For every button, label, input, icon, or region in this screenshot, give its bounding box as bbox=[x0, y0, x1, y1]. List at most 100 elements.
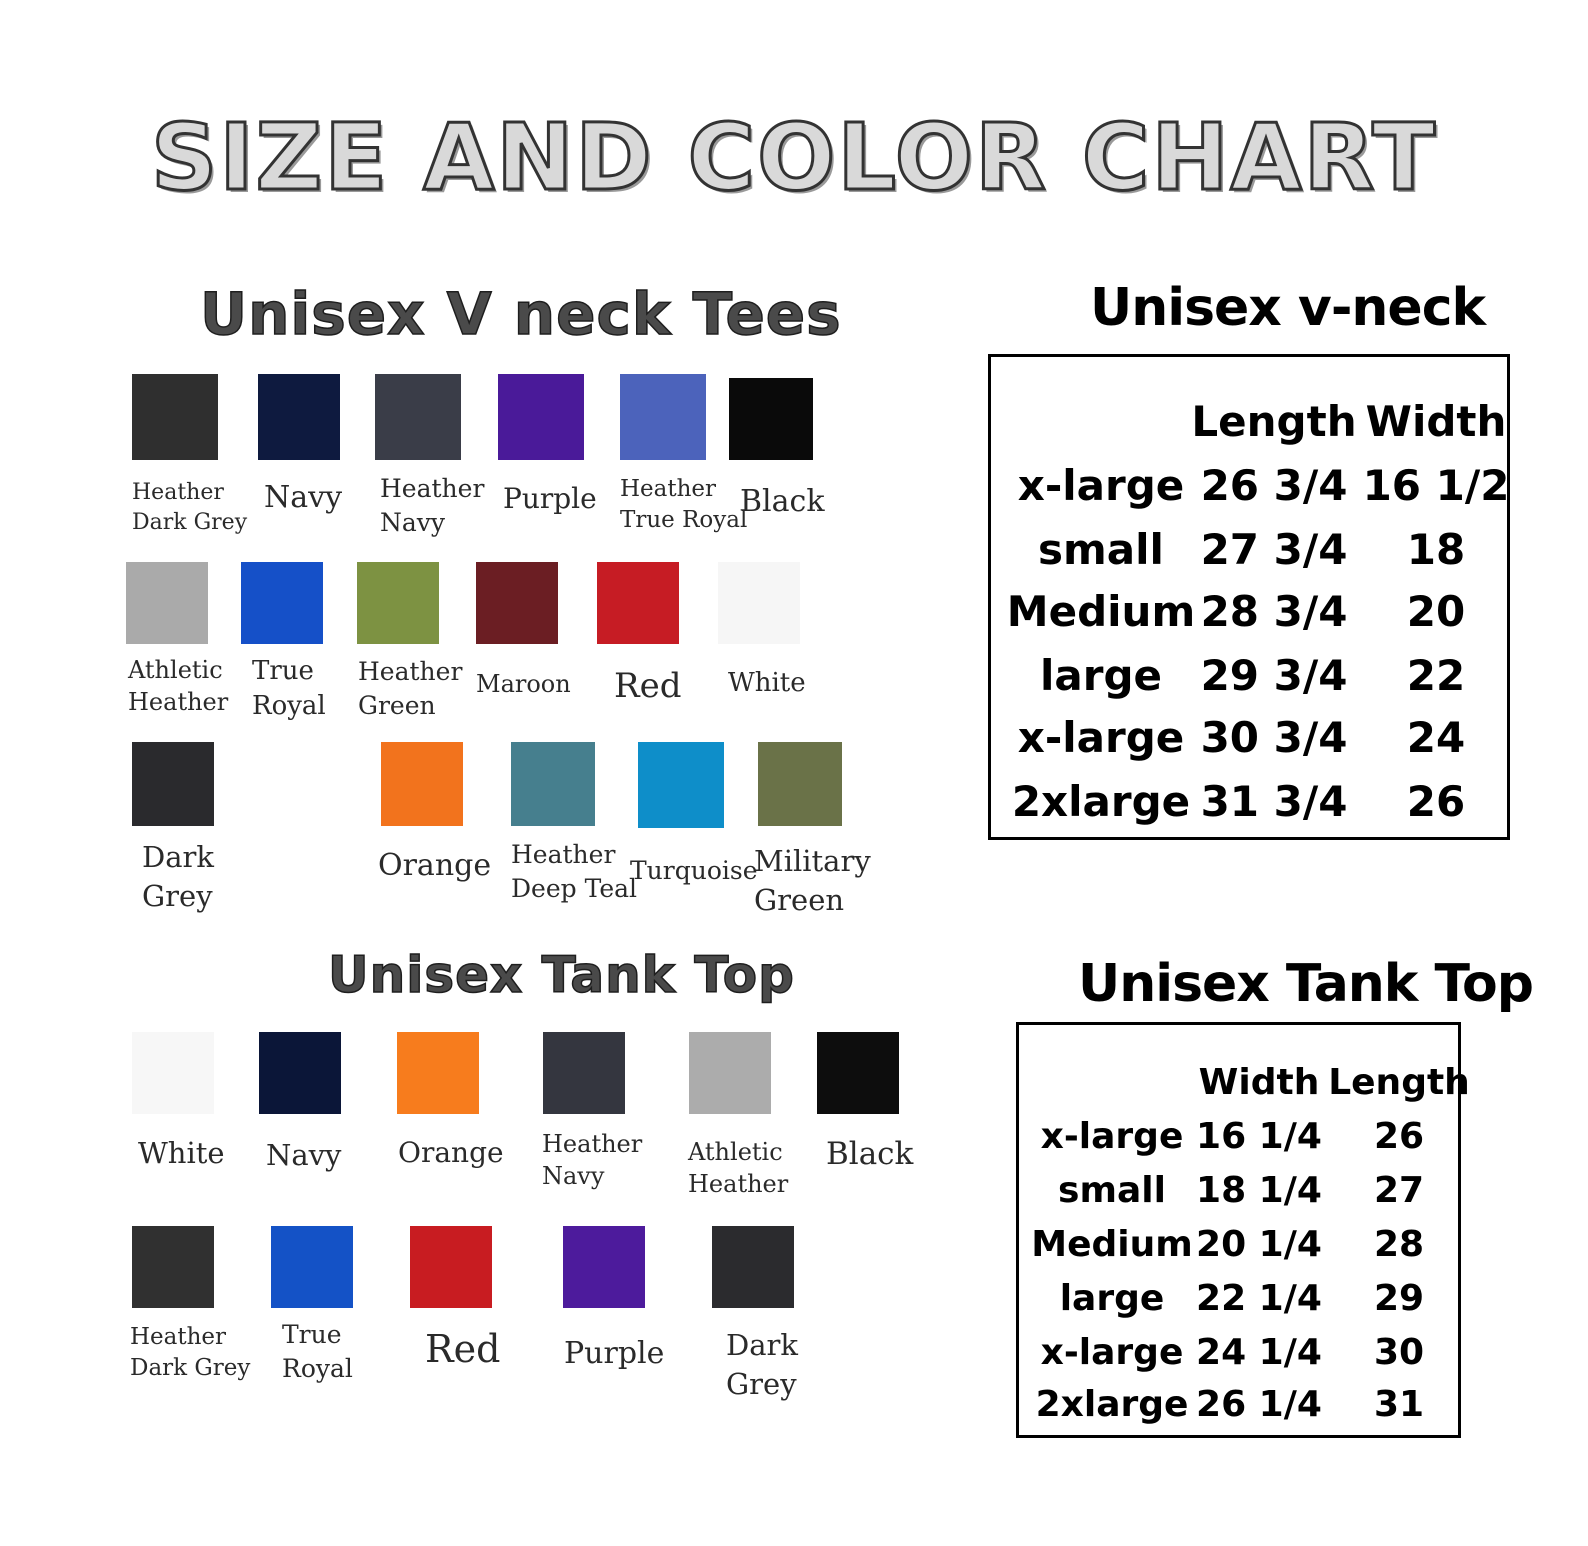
tank-measurement: 16 1/4 bbox=[1196, 1116, 1322, 1157]
vneck-swatch-label: True Royal bbox=[252, 656, 326, 722]
vneck-swatch-purple bbox=[498, 374, 584, 460]
vneck-header-width: Width bbox=[1365, 397, 1507, 446]
vneck-swatch-label: Purple bbox=[503, 482, 597, 515]
tank-swatch-label: Purple bbox=[564, 1336, 665, 1371]
tank-swatch-label: Heather Dark Grey bbox=[130, 1324, 251, 1382]
vneck-swatch-label: Turquoise bbox=[630, 856, 758, 885]
vneck-swatch-label: Heather Deep Teal bbox=[511, 840, 638, 903]
tank-swatch-white bbox=[132, 1032, 214, 1114]
vneck-size-chart-title: Unisex v-neck bbox=[1090, 278, 1486, 338]
tank-size-label: x-large bbox=[1040, 1116, 1184, 1157]
vneck-swatch-black bbox=[729, 378, 813, 460]
vneck-measurement: 26 3/4 bbox=[1200, 461, 1348, 510]
vneck-measurement: 29 3/4 bbox=[1200, 651, 1348, 700]
tank-swatch-true-royal bbox=[271, 1226, 353, 1308]
vneck-swatch-label: Heather Dark Grey bbox=[132, 480, 248, 535]
vneck-swatch-dark-grey bbox=[132, 742, 214, 826]
tank-swatch-heather-dark-grey bbox=[132, 1226, 214, 1308]
vneck-swatch-athletic-heather bbox=[126, 562, 208, 644]
tank-swatch-orange bbox=[397, 1032, 479, 1114]
tank-header-length: Length bbox=[1328, 1062, 1470, 1103]
vneck-size-label: x-large bbox=[1017, 713, 1185, 762]
tank-measurement: 26 1/4 bbox=[1196, 1384, 1322, 1425]
vneck-header-length: Length bbox=[1191, 397, 1357, 446]
tank-colors-title: Unisex Tank Top bbox=[327, 946, 795, 1004]
tank-size-label: large bbox=[1059, 1278, 1165, 1319]
vneck-size-label: 2xlarge bbox=[1011, 777, 1191, 826]
vneck-swatch-label: Military Green bbox=[754, 844, 871, 918]
vneck-size-label: Medium bbox=[1006, 587, 1196, 636]
tank-size-chart-title: Unisex Tank Top bbox=[1078, 954, 1534, 1014]
tank-swatch-dark-grey bbox=[712, 1226, 794, 1308]
vneck-size-table: Length Width x-large 26 3/4 16 1/2 small 27 3/… bbox=[988, 354, 1510, 840]
vneck-measurement: 26 bbox=[1406, 777, 1466, 826]
vneck-swatch-heather-navy bbox=[375, 374, 461, 460]
vneck-size-label: x-large bbox=[1017, 461, 1185, 510]
tank-size-table: Width Length x-large 16 1/4 26 small 18 1/4 27 M… bbox=[1016, 1022, 1470, 1438]
vneck-measurement: 24 bbox=[1406, 713, 1466, 762]
vneck-measurement: 27 3/4 bbox=[1200, 525, 1348, 574]
tank-swatch-label: Black bbox=[826, 1136, 914, 1172]
tank-measurement: 27 bbox=[1373, 1170, 1425, 1211]
page-title: SIZE AND COLOR CHART bbox=[150, 104, 1437, 211]
vneck-measurement: 31 3/4 bbox=[1200, 777, 1348, 826]
tank-measurement: 26 bbox=[1373, 1116, 1425, 1157]
vneck-swatch-label: Dark Grey bbox=[142, 840, 214, 914]
tank-swatch-label: True Royal bbox=[282, 1320, 353, 1383]
tank-swatch-label: White bbox=[138, 1136, 225, 1170]
vneck-measurement: 28 3/4 bbox=[1200, 587, 1348, 636]
tank-measurement: 31 bbox=[1373, 1384, 1425, 1425]
tank-size-label: x-large bbox=[1040, 1332, 1184, 1373]
vneck-swatch-label: Heather Green bbox=[358, 657, 463, 720]
tank-measurement: 24 1/4 bbox=[1196, 1332, 1322, 1373]
vneck-swatch-maroon bbox=[476, 562, 558, 644]
tank-measurement: 20 1/4 bbox=[1196, 1224, 1322, 1265]
vneck-swatch-red bbox=[597, 562, 679, 644]
tank-measurement: 29 bbox=[1373, 1278, 1425, 1319]
tank-swatch-athletic-heather bbox=[689, 1032, 771, 1114]
tank-swatch-label: Heather Navy bbox=[542, 1130, 643, 1191]
vneck-measurement: 20 bbox=[1406, 587, 1466, 636]
vneck-swatch-heather-dark-grey bbox=[132, 374, 218, 460]
tank-size-label: small bbox=[1058, 1170, 1166, 1211]
vneck-measurement: 30 3/4 bbox=[1200, 713, 1348, 762]
vneck-swatch-military-green bbox=[758, 742, 842, 826]
tank-swatch-heather-navy bbox=[543, 1032, 625, 1114]
vneck-size-label: large bbox=[1039, 651, 1163, 700]
tank-swatch-navy bbox=[259, 1032, 341, 1114]
vneck-swatch-true-royal bbox=[241, 562, 323, 644]
vneck-measurement: 16 1/2 bbox=[1362, 461, 1510, 510]
tank-measurement: 30 bbox=[1373, 1332, 1425, 1373]
tank-swatch-label: Red bbox=[425, 1327, 501, 1371]
vneck-swatch-label: Athletic Heather bbox=[128, 656, 229, 717]
tank-swatch-purple bbox=[563, 1226, 645, 1308]
vneck-swatch-orange bbox=[381, 742, 463, 826]
tank-swatch-black bbox=[817, 1032, 899, 1114]
tank-header-width: Width bbox=[1198, 1062, 1320, 1103]
vneck-swatch-label: White bbox=[728, 668, 806, 698]
tank-measurement: 28 bbox=[1373, 1224, 1425, 1265]
vneck-size-label: small bbox=[1038, 525, 1164, 574]
vneck-swatch-heather-true-royal bbox=[620, 374, 706, 460]
vneck-swatch-label: Red bbox=[614, 666, 682, 706]
vneck-swatch-label: Heather Navy bbox=[380, 474, 485, 537]
vneck-swatch-white bbox=[718, 562, 800, 644]
vneck-swatch-heather-deep-teal bbox=[511, 742, 595, 826]
tank-size-label: 2xlarge bbox=[1035, 1384, 1189, 1425]
vneck-measurement: 18 bbox=[1406, 525, 1466, 574]
vneck-swatch-turquoise bbox=[638, 742, 724, 828]
vneck-colors-title: Unisex V neck Tees bbox=[199, 280, 842, 348]
vneck-swatch-label: Maroon bbox=[476, 670, 571, 698]
vneck-swatch-label: Orange bbox=[378, 848, 492, 883]
tank-measurement: 22 1/4 bbox=[1196, 1278, 1322, 1319]
tank-swatch-label: Navy bbox=[266, 1138, 342, 1172]
tank-swatch-label: Dark Grey bbox=[726, 1328, 798, 1402]
vneck-measurement: 22 bbox=[1406, 651, 1466, 700]
vneck-swatch-label: Navy bbox=[264, 480, 343, 515]
tank-swatch-label: Orange bbox=[398, 1136, 504, 1169]
tank-swatch-red bbox=[410, 1226, 492, 1308]
tank-measurement: 18 1/4 bbox=[1196, 1170, 1322, 1211]
vneck-swatch-heather-green bbox=[357, 562, 439, 644]
vneck-swatch-label: Heather True Royal bbox=[620, 476, 748, 534]
vneck-swatch-navy bbox=[258, 374, 340, 460]
